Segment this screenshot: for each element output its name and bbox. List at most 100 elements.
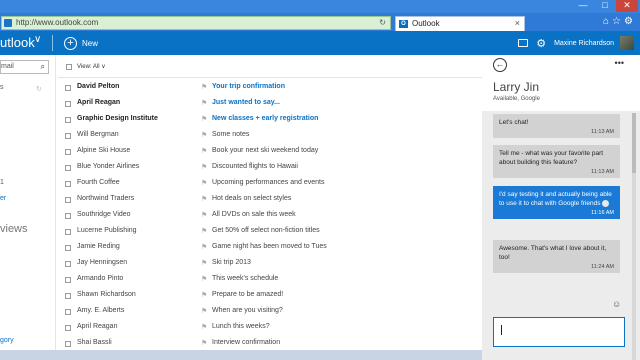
table-row[interactable]: Jay Henningsen ⚑ Ski trip 2013 bbox=[58, 256, 482, 272]
table-row[interactable]: Blue Yonder Airlines ⚑ Discounted flights … bbox=[58, 160, 482, 176]
gear-icon[interactable]: ⚙ bbox=[536, 37, 546, 50]
select-all-checkbox[interactable] bbox=[66, 63, 72, 70]
subject-text: New classes + early registration bbox=[212, 115, 319, 122]
site-favicon-icon bbox=[4, 19, 12, 27]
new-button[interactable]: + New bbox=[64, 35, 98, 51]
folder-count[interactable]: 1 bbox=[0, 179, 4, 186]
row-checkbox[interactable] bbox=[65, 213, 71, 219]
table-row[interactable]: Amy. E. Alberts ⚑ When are you visiting? bbox=[58, 304, 482, 320]
flag-icon[interactable]: ⚑ bbox=[201, 179, 207, 187]
title-bar bbox=[0, 0, 640, 13]
scrollbar-thumb[interactable] bbox=[632, 113, 636, 173]
row-checkbox[interactable] bbox=[65, 133, 71, 139]
tab-outlook[interactable]: O Outlook × bbox=[395, 16, 525, 31]
row-checkbox[interactable] bbox=[65, 309, 71, 315]
message-time: 11:13 AM bbox=[591, 169, 614, 175]
flag-icon[interactable]: ⚑ bbox=[201, 147, 207, 155]
row-checkbox[interactable] bbox=[65, 229, 71, 235]
view-filter-label[interactable]: View: All ∨ bbox=[77, 63, 106, 70]
flag-icon[interactable]: ⚑ bbox=[201, 291, 207, 299]
sender-name: Shawn Richardson bbox=[77, 291, 136, 298]
subject-text: Upcoming performances and events bbox=[212, 179, 325, 186]
table-row[interactable]: Alpine Ski House ⚑ Book your next ski week… bbox=[58, 144, 482, 160]
subject-text: Ski trip 2013 bbox=[212, 259, 251, 266]
row-checkbox[interactable] bbox=[65, 261, 71, 267]
flag-icon[interactable]: ⚑ bbox=[201, 211, 207, 219]
table-row[interactable]: Shawn Richardson ⚑ Prepare to be amazed! bbox=[58, 288, 482, 304]
flag-icon[interactable]: ⚑ bbox=[201, 243, 207, 251]
chat-icon[interactable] bbox=[518, 39, 529, 47]
app-switcher-chevron-icon[interactable]: ∨ bbox=[34, 34, 41, 45]
tab-close-icon[interactable]: × bbox=[515, 18, 520, 28]
search-input[interactable]: mail bbox=[1, 63, 14, 70]
search-icon[interactable]: ⌕ bbox=[41, 62, 45, 72]
address-bar[interactable]: http://www.outlook.com ↻ bbox=[1, 16, 391, 30]
message-text: I'd say testing it and actually being ab… bbox=[499, 191, 612, 207]
row-checkbox[interactable] bbox=[65, 277, 71, 283]
flag-icon[interactable]: ⚑ bbox=[201, 131, 207, 139]
table-row[interactable]: David Pelton ⚑ Your trip confirmation bbox=[58, 80, 482, 96]
flag-icon[interactable]: ⚑ bbox=[201, 307, 207, 315]
table-row[interactable]: Northwind Traders ⚑ Hot deals on select st… bbox=[58, 192, 482, 208]
text-caret bbox=[501, 325, 502, 335]
flag-icon[interactable]: ⚑ bbox=[201, 195, 207, 203]
avatar[interactable] bbox=[620, 36, 634, 50]
maximize-icon[interactable]: □ bbox=[594, 0, 616, 12]
table-row[interactable]: April Reagan ⚑ Lunch this weeks? bbox=[58, 320, 482, 336]
browser-toolbar-icons[interactable]: ⌂☆⚙ bbox=[603, 16, 636, 27]
subject-text: Hot deals on select styles bbox=[212, 195, 292, 202]
folder-item[interactable]: s bbox=[0, 84, 4, 91]
close-window-icon[interactable]: ✕ bbox=[616, 0, 638, 12]
more-options-icon[interactable]: ••• bbox=[615, 58, 624, 68]
flag-icon[interactable]: ⚑ bbox=[201, 259, 207, 267]
search-box[interactable]: mail ⌕ bbox=[0, 60, 49, 74]
flag-icon[interactable]: ⚑ bbox=[201, 323, 207, 331]
row-checkbox[interactable] bbox=[65, 245, 71, 251]
flag-icon[interactable]: ⚑ bbox=[201, 115, 207, 123]
row-checkbox[interactable] bbox=[65, 117, 71, 123]
message-text: Let's chat! bbox=[499, 119, 529, 126]
minimize-icon[interactable]: — bbox=[572, 0, 594, 12]
flag-icon[interactable]: ⚑ bbox=[201, 163, 207, 171]
table-row[interactable]: Will Bergman ⚑ Some notes bbox=[58, 128, 482, 144]
table-row[interactable]: Fourth Coffee ⚑ Upcoming performances and … bbox=[58, 176, 482, 192]
plus-circle-icon: + bbox=[64, 36, 77, 50]
view-filter[interactable]: View: All ∨ bbox=[66, 63, 106, 70]
table-row[interactable]: April Reagan ⚑ Just wanted to say... bbox=[58, 96, 482, 112]
sender-name: Jay Henningsen bbox=[77, 259, 128, 266]
row-checkbox[interactable] bbox=[65, 149, 71, 155]
row-checkbox[interactable] bbox=[65, 165, 71, 171]
row-checkbox[interactable] bbox=[65, 293, 71, 299]
row-checkbox[interactable] bbox=[65, 181, 71, 187]
flag-icon[interactable]: ⚑ bbox=[201, 275, 207, 283]
url-text[interactable]: http://www.outlook.com bbox=[16, 18, 98, 27]
chat-scrollbar[interactable] bbox=[632, 113, 636, 360]
app-title[interactable]: utlook bbox=[0, 35, 35, 50]
folder-link[interactable]: er bbox=[0, 195, 6, 202]
user-name[interactable]: Maxine Richardson bbox=[554, 40, 614, 47]
chat-message-input[interactable] bbox=[493, 317, 625, 347]
sender-name: David Pelton bbox=[77, 83, 120, 90]
row-checkbox[interactable] bbox=[65, 101, 71, 107]
emoticon-icon[interactable]: ☺ bbox=[612, 299, 621, 309]
table-row[interactable]: Lucerne Publishing ⚑ Get 50% off select no… bbox=[58, 224, 482, 240]
table-row[interactable]: Graphic Design Institute ⚑ New classes + e… bbox=[58, 112, 482, 128]
flag-icon[interactable]: ⚑ bbox=[201, 99, 207, 107]
row-checkbox[interactable] bbox=[65, 325, 71, 331]
flag-icon[interactable]: ⚑ bbox=[201, 83, 207, 91]
back-arrow-icon[interactable]: ← bbox=[493, 58, 507, 72]
refresh-icon[interactable]: ↻ bbox=[379, 18, 386, 27]
table-row[interactable]: Jamie Reding ⚑ Game night has been moved t… bbox=[58, 240, 482, 256]
category-link[interactable]: gory bbox=[0, 337, 14, 344]
row-checkbox[interactable] bbox=[65, 85, 71, 91]
flag-icon[interactable]: ⚑ bbox=[201, 339, 207, 347]
message-text: Tell me - what was your favorite part ab… bbox=[499, 150, 604, 166]
tab-label: Outlook bbox=[412, 19, 440, 28]
table-row[interactable]: Armando Pinto ⚑ This week's schedule bbox=[58, 272, 482, 288]
sender-name: Graphic Design Institute bbox=[77, 115, 158, 122]
table-row[interactable]: Southridge Video ⚑ All DVDs on sale this w… bbox=[58, 208, 482, 224]
row-checkbox[interactable] bbox=[65, 341, 71, 347]
refresh-folders-icon[interactable]: ↻ bbox=[36, 85, 42, 93]
row-checkbox[interactable] bbox=[65, 197, 71, 203]
flag-icon[interactable]: ⚑ bbox=[201, 227, 207, 235]
